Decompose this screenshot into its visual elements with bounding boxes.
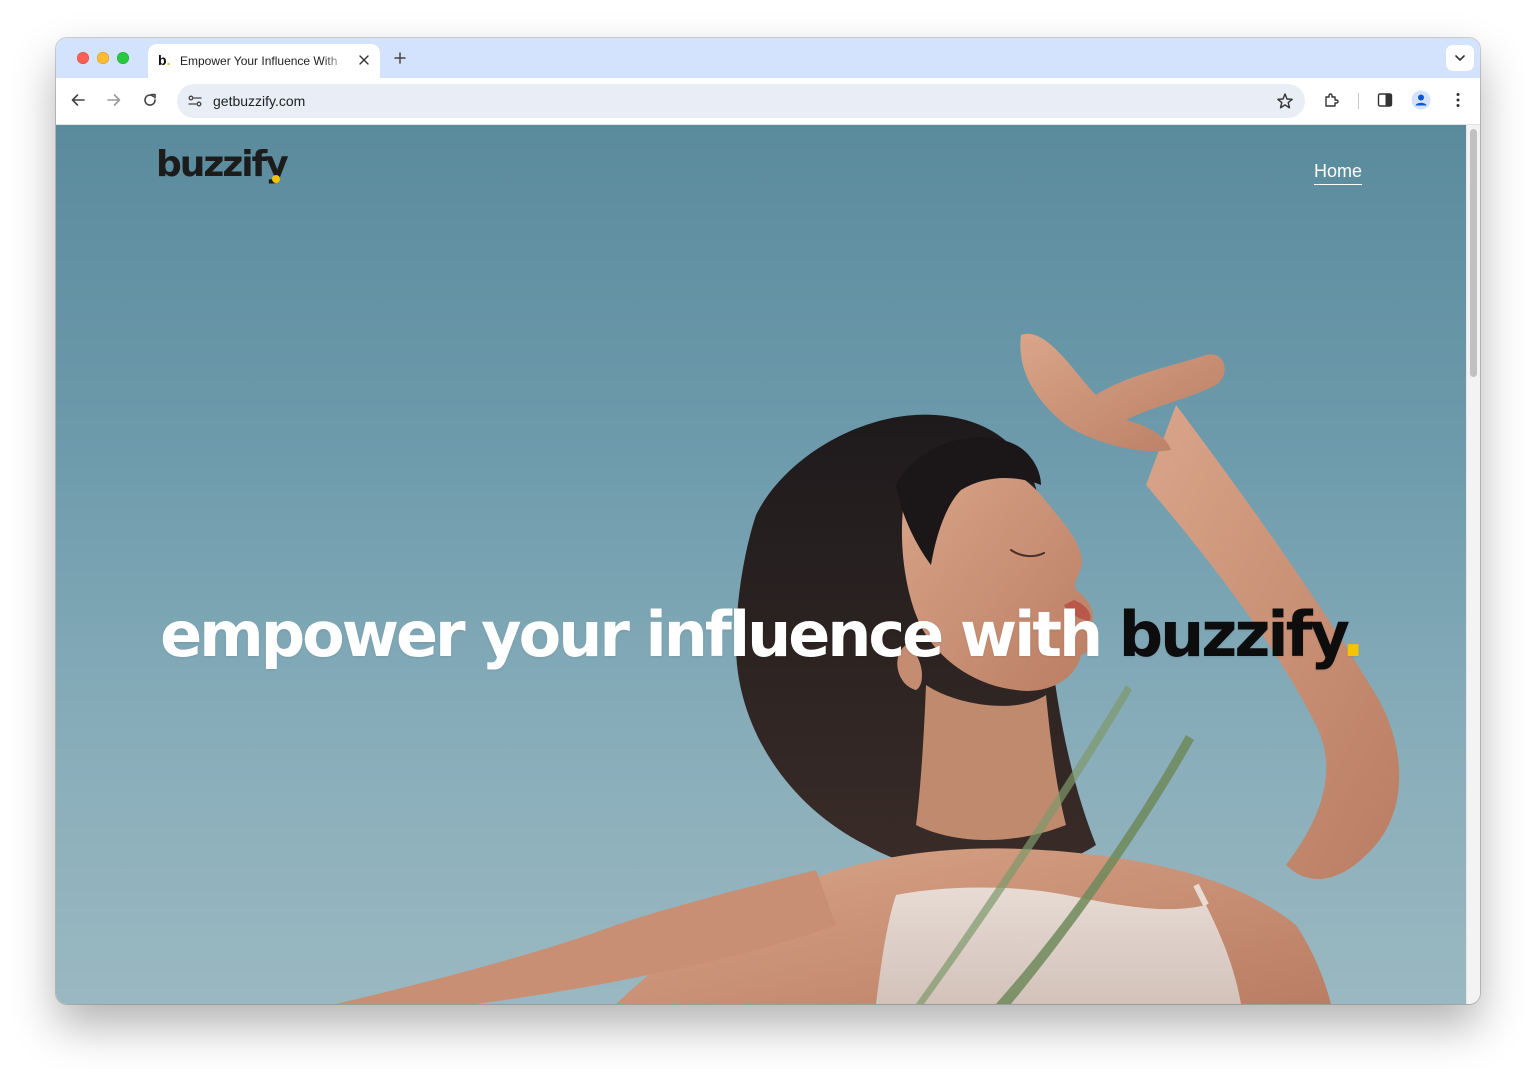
plus-icon	[394, 52, 406, 64]
star-icon	[1277, 93, 1293, 109]
minimize-window-button[interactable]	[97, 52, 109, 64]
address-bar[interactable]: getbuzzify.com	[177, 84, 1305, 118]
chevron-down-icon	[1455, 55, 1465, 61]
side-panel-button[interactable]	[1371, 86, 1399, 114]
page-viewport: buzzify Home empower your influence with…	[56, 125, 1466, 1004]
site-settings-button[interactable]	[185, 91, 205, 111]
nav-link-home[interactable]: Home	[1314, 160, 1363, 185]
site-settings-icon	[188, 95, 202, 107]
hero-heading-brand: buzzify	[1118, 598, 1345, 671]
profile-icon	[1411, 90, 1431, 110]
back-arrow-icon	[71, 94, 85, 106]
browser-toolbar: getbuzzify.com	[56, 78, 1480, 125]
browser-menu-button[interactable]	[1444, 86, 1472, 114]
favicon-letter: b	[158, 52, 167, 68]
site-logo[interactable]: buzzify	[156, 143, 289, 187]
favicon-dot: .	[166, 52, 171, 68]
browser-window: b. Empower Your Influence With getbuzzif…	[56, 38, 1480, 1004]
profile-button[interactable]	[1407, 86, 1435, 114]
new-tab-button[interactable]	[390, 48, 410, 68]
reload-button[interactable]	[136, 86, 164, 114]
hero-background-photo	[336, 333, 1400, 1004]
hero-heading: empower your influence with buzzify.	[56, 595, 1466, 675]
bookmark-button[interactable]	[1275, 91, 1295, 111]
scrollbar-thumb[interactable]	[1470, 129, 1477, 377]
url-text: getbuzzify.com	[213, 93, 306, 109]
side-panel-icon	[1377, 93, 1393, 107]
hero-heading-dot: .	[1341, 598, 1365, 671]
back-button[interactable]	[64, 86, 92, 114]
close-window-button[interactable]	[77, 52, 89, 64]
tab-title: Empower Your Influence With	[180, 54, 338, 68]
close-icon	[359, 55, 369, 65]
tab-favicon: b.	[158, 52, 174, 68]
browser-tab-active[interactable]: b. Empower Your Influence With	[148, 44, 380, 78]
tab-close-button[interactable]	[356, 52, 372, 68]
page-scrollbar[interactable]	[1466, 125, 1480, 1004]
tab-strip: b. Empower Your Influence With	[56, 38, 1480, 78]
extensions-button[interactable]	[1318, 86, 1346, 114]
kebab-menu-icon	[1456, 93, 1460, 107]
forward-arrow-icon	[107, 94, 121, 106]
tab-search-button[interactable]	[1446, 45, 1474, 71]
forward-button[interactable]	[100, 86, 128, 114]
zoom-window-button[interactable]	[117, 52, 129, 64]
logo-accent-dot	[272, 175, 280, 183]
hero-heading-prefix: empower your influence with	[160, 598, 1103, 671]
toolbar-separator	[1358, 93, 1359, 109]
extensions-icon	[1325, 93, 1339, 107]
reload-icon	[144, 93, 156, 106]
